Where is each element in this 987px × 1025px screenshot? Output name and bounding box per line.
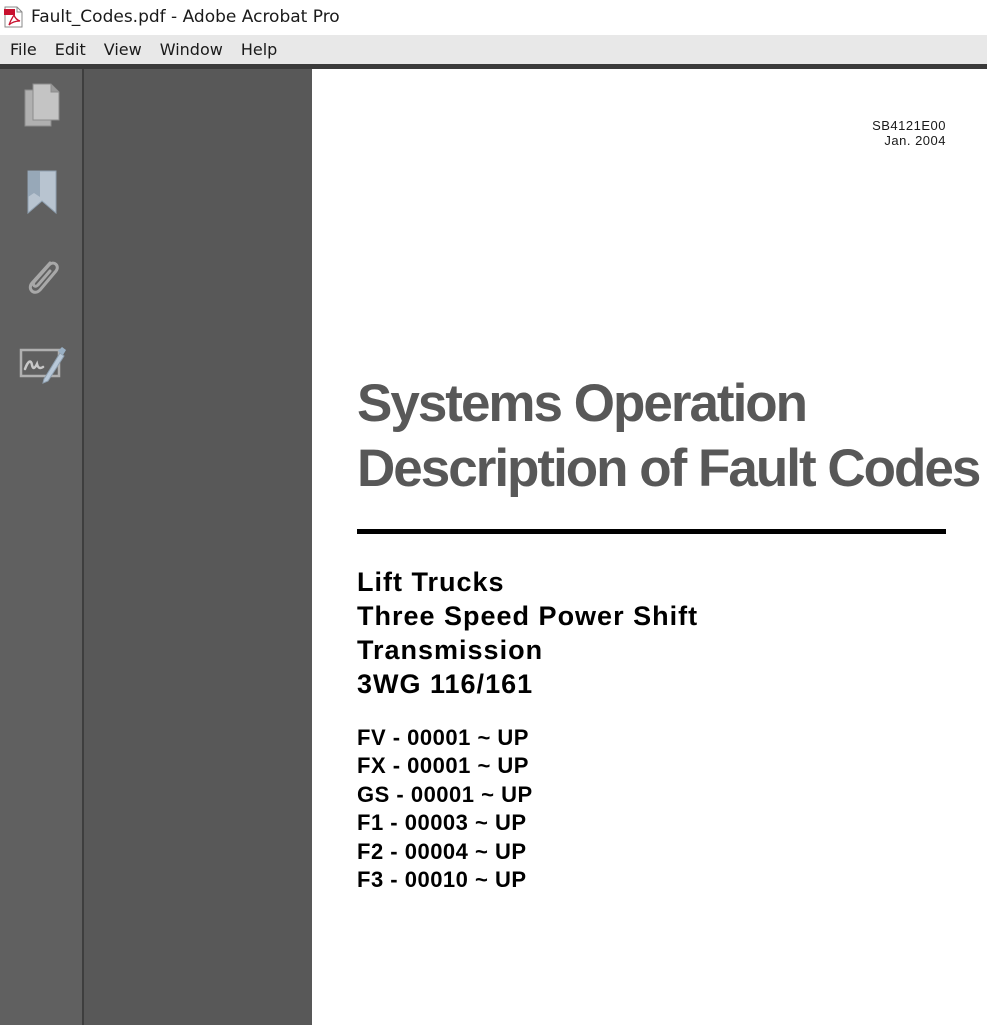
product-subtitle: Lift Trucks Three Speed Power Shift Tran… <box>357 565 698 701</box>
attachments-button[interactable] <box>18 255 66 303</box>
document-scroll-area <box>84 69 312 1025</box>
serial-range: F3 - 00010 ~ UP <box>357 867 527 893</box>
serial-range: F1 - 00003 ~ UP <box>357 810 527 836</box>
title-divider <box>357 529 946 534</box>
menu-help[interactable]: Help <box>232 35 286 64</box>
subtitle-line: 3WG 116/161 <box>357 669 534 699</box>
title-line: Systems Operation <box>357 374 808 433</box>
page-thumbnails-icon <box>21 82 63 133</box>
menu-window[interactable]: Window <box>151 35 232 64</box>
subtitle-line: Lift Trucks <box>357 567 505 597</box>
subtitle-line: Transmission <box>357 635 544 665</box>
pdf-file-icon <box>4 6 24 28</box>
navigation-pane <box>0 69 84 1025</box>
page-title: Systems Operation Description of Fault C… <box>357 371 981 501</box>
menu-edit[interactable]: Edit <box>46 35 95 64</box>
document-code: SB4121E00 <box>872 118 946 133</box>
menu-view[interactable]: View <box>95 35 151 64</box>
serial-range: F2 - 00004 ~ UP <box>357 838 527 864</box>
document-reference: SB4121E00 Jan. 2004 <box>872 118 946 148</box>
title-bar: Fault_Codes.pdf - Adobe Acrobat Pro <box>0 0 987 35</box>
serial-number-list: FV - 00001 ~ UP FX - 00001 ~ UP GS - 000… <box>357 724 533 894</box>
page-thumbnails-button[interactable] <box>18 83 66 131</box>
pdf-page: SB4121E00 Jan. 2004 Systems Operation De… <box>312 69 987 1025</box>
signatures-button[interactable] <box>18 341 66 389</box>
title-line: Description of Fault Codes <box>357 439 981 498</box>
window-title: Fault_Codes.pdf - Adobe Acrobat Pro <box>31 7 340 27</box>
bookmarks-button[interactable] <box>18 169 66 217</box>
subtitle-line: Three Speed Power Shift <box>357 601 699 631</box>
serial-range: FX - 00001 ~ UP <box>357 753 529 779</box>
document-date: Jan. 2004 <box>884 133 946 148</box>
menu-bar: File Edit View Window Help <box>0 35 987 64</box>
signature-icon <box>18 341 66 390</box>
serial-range: GS - 00001 ~ UP <box>357 781 533 807</box>
bookmark-icon <box>22 167 62 220</box>
attachment-paperclip-icon <box>20 253 64 306</box>
menu-file[interactable]: File <box>0 35 46 64</box>
serial-range: FV - 00001 ~ UP <box>357 725 529 750</box>
